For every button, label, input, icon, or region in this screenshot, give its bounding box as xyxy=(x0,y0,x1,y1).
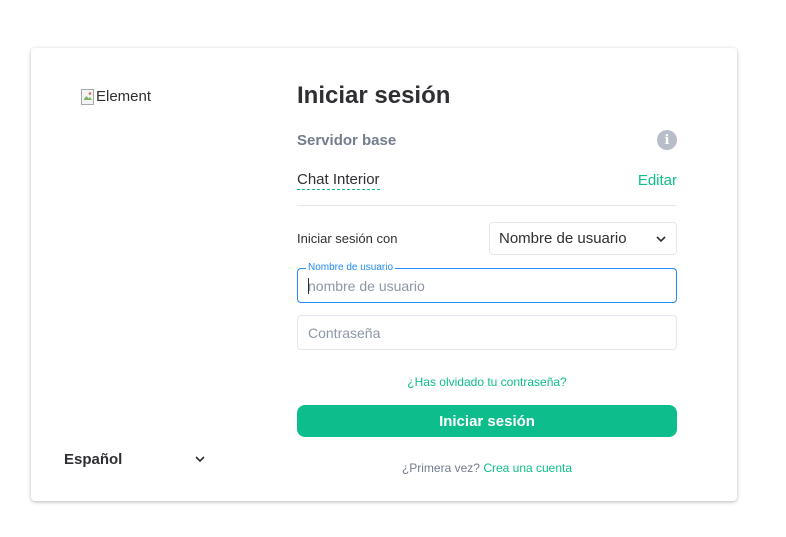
username-field-label: Nombre de usuario xyxy=(306,262,396,274)
homeserver-name: Chat Interior xyxy=(297,171,380,190)
sign-in-with-row: Iniciar sesión con Nombre de usuario xyxy=(297,221,677,256)
element-logo: Element xyxy=(81,88,151,105)
password-field xyxy=(297,315,677,350)
login-type-dropdown[interactable]: Nombre de usuario xyxy=(489,222,677,255)
sign-in-with-label: Iniciar sesión con xyxy=(297,231,398,246)
create-account-link[interactable]: Crea una cuenta xyxy=(483,461,572,475)
chevron-down-icon xyxy=(194,450,206,468)
forgot-password-link[interactable]: ¿Has olvidado tu contraseña? xyxy=(297,375,677,389)
broken-image-icon xyxy=(81,88,95,105)
info-icon[interactable]: i xyxy=(657,130,677,150)
chevron-down-icon xyxy=(655,230,667,248)
sign-in-button[interactable]: Iniciar sesión xyxy=(297,405,677,437)
homeserver-row: Chat Interior Editar xyxy=(297,171,677,190)
homeserver-header: Servidor base i xyxy=(297,130,677,150)
text-caret xyxy=(308,278,309,294)
logo-alt-text: Element xyxy=(96,88,152,105)
page-title: Iniciar sesión xyxy=(297,82,451,109)
language-label: Español xyxy=(64,450,123,468)
password-input[interactable] xyxy=(298,316,676,349)
username-field: Nombre de usuario xyxy=(297,262,677,303)
divider xyxy=(297,205,677,206)
login-type-value: Nombre de usuario xyxy=(499,230,627,247)
first-time-text: ¿Primera vez? xyxy=(401,461,480,475)
homeserver-label: Servidor base xyxy=(297,131,397,149)
language-selector[interactable]: Español xyxy=(64,450,206,468)
login-card: Element Español Iniciar sesión Servidor … xyxy=(31,48,737,501)
create-account-prompt: ¿Primera vez? Crea una cuenta xyxy=(297,461,677,475)
edit-homeserver-link[interactable]: Editar xyxy=(638,172,677,189)
